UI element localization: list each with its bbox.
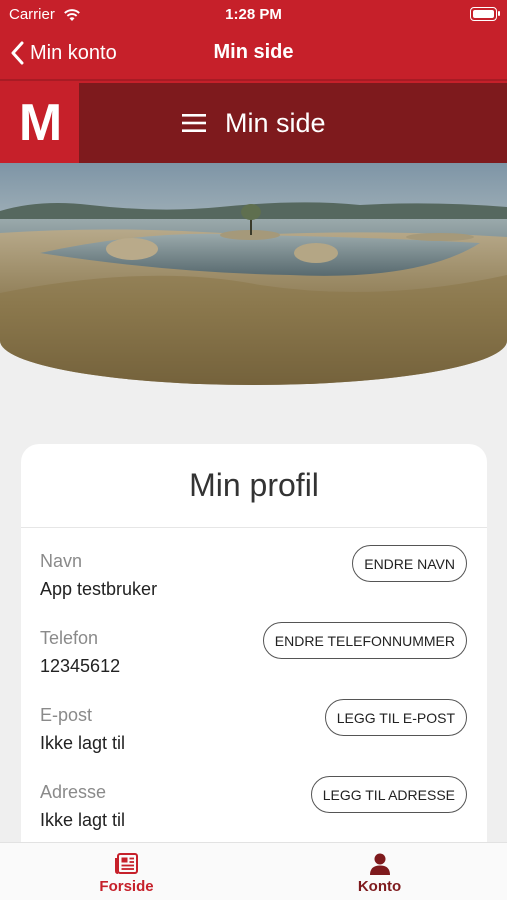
row-value: App testbruker	[40, 579, 158, 599]
back-label: Min konto	[30, 41, 117, 64]
tab-forside[interactable]: Forside	[0, 843, 253, 900]
change-phone-button[interactable]: ENDRE TELEFONNUMMER	[262, 622, 467, 659]
clock: 1:28 PM	[225, 6, 282, 23]
row-label: Navn	[40, 551, 83, 571]
profile-row-name: Navn App testbruker ENDRE NAVN	[40, 545, 467, 611]
profile-row-phone: Telefon 12345612 ENDRE TELEFONNUMMER	[40, 622, 467, 688]
newspaper-icon	[114, 853, 138, 874]
add-email-button[interactable]: LEGG TIL E-POST	[324, 699, 467, 736]
profile-row-email: E-post Ikke lagt til LEGG TIL E-POST	[40, 699, 467, 765]
tab-konto[interactable]: Konto	[253, 843, 506, 900]
row-value: Ikke lagt til	[40, 810, 126, 830]
battery-icon	[470, 7, 500, 21]
row-label: Adresse	[40, 782, 107, 802]
menu-button[interactable]: Min side	[182, 105, 326, 141]
profile-card: Min profil Navn App testbruker ENDRE NAV…	[21, 444, 487, 900]
tab-label: Konto	[357, 878, 402, 895]
profile-row-address: Adresse Ikke lagt til LEGG TIL ADRESSE	[40, 776, 467, 842]
hamburger-menu-icon	[182, 114, 206, 132]
chevron-left-icon	[11, 41, 24, 65]
menu-label: Min side	[225, 107, 326, 138]
tab-bar: Forside Konto	[0, 842, 507, 900]
navigation-bar: Carrier 1:28 PM Min konto Min side	[0, 0, 507, 83]
back-button[interactable]: Min konto	[10, 38, 117, 68]
site-header: M Min side	[0, 83, 507, 163]
add-address-button[interactable]: LEGG TIL ADRESSE	[310, 776, 467, 813]
hero-landscape-image	[0, 163, 507, 385]
profile-title: Min profil	[21, 444, 487, 528]
tab-label: Forside	[99, 878, 154, 895]
divider	[0, 79, 507, 81]
row-label: E-post	[40, 705, 93, 725]
change-name-button[interactable]: ENDRE NAVN	[352, 545, 467, 582]
status-bar: Carrier 1:28 PM	[0, 5, 507, 25]
row-value: 12345612	[40, 656, 121, 676]
row-value: Ikke lagt til	[40, 733, 126, 753]
user-icon	[369, 853, 390, 875]
site-logo[interactable]: M	[0, 83, 79, 163]
row-label: Telefon	[40, 628, 99, 648]
